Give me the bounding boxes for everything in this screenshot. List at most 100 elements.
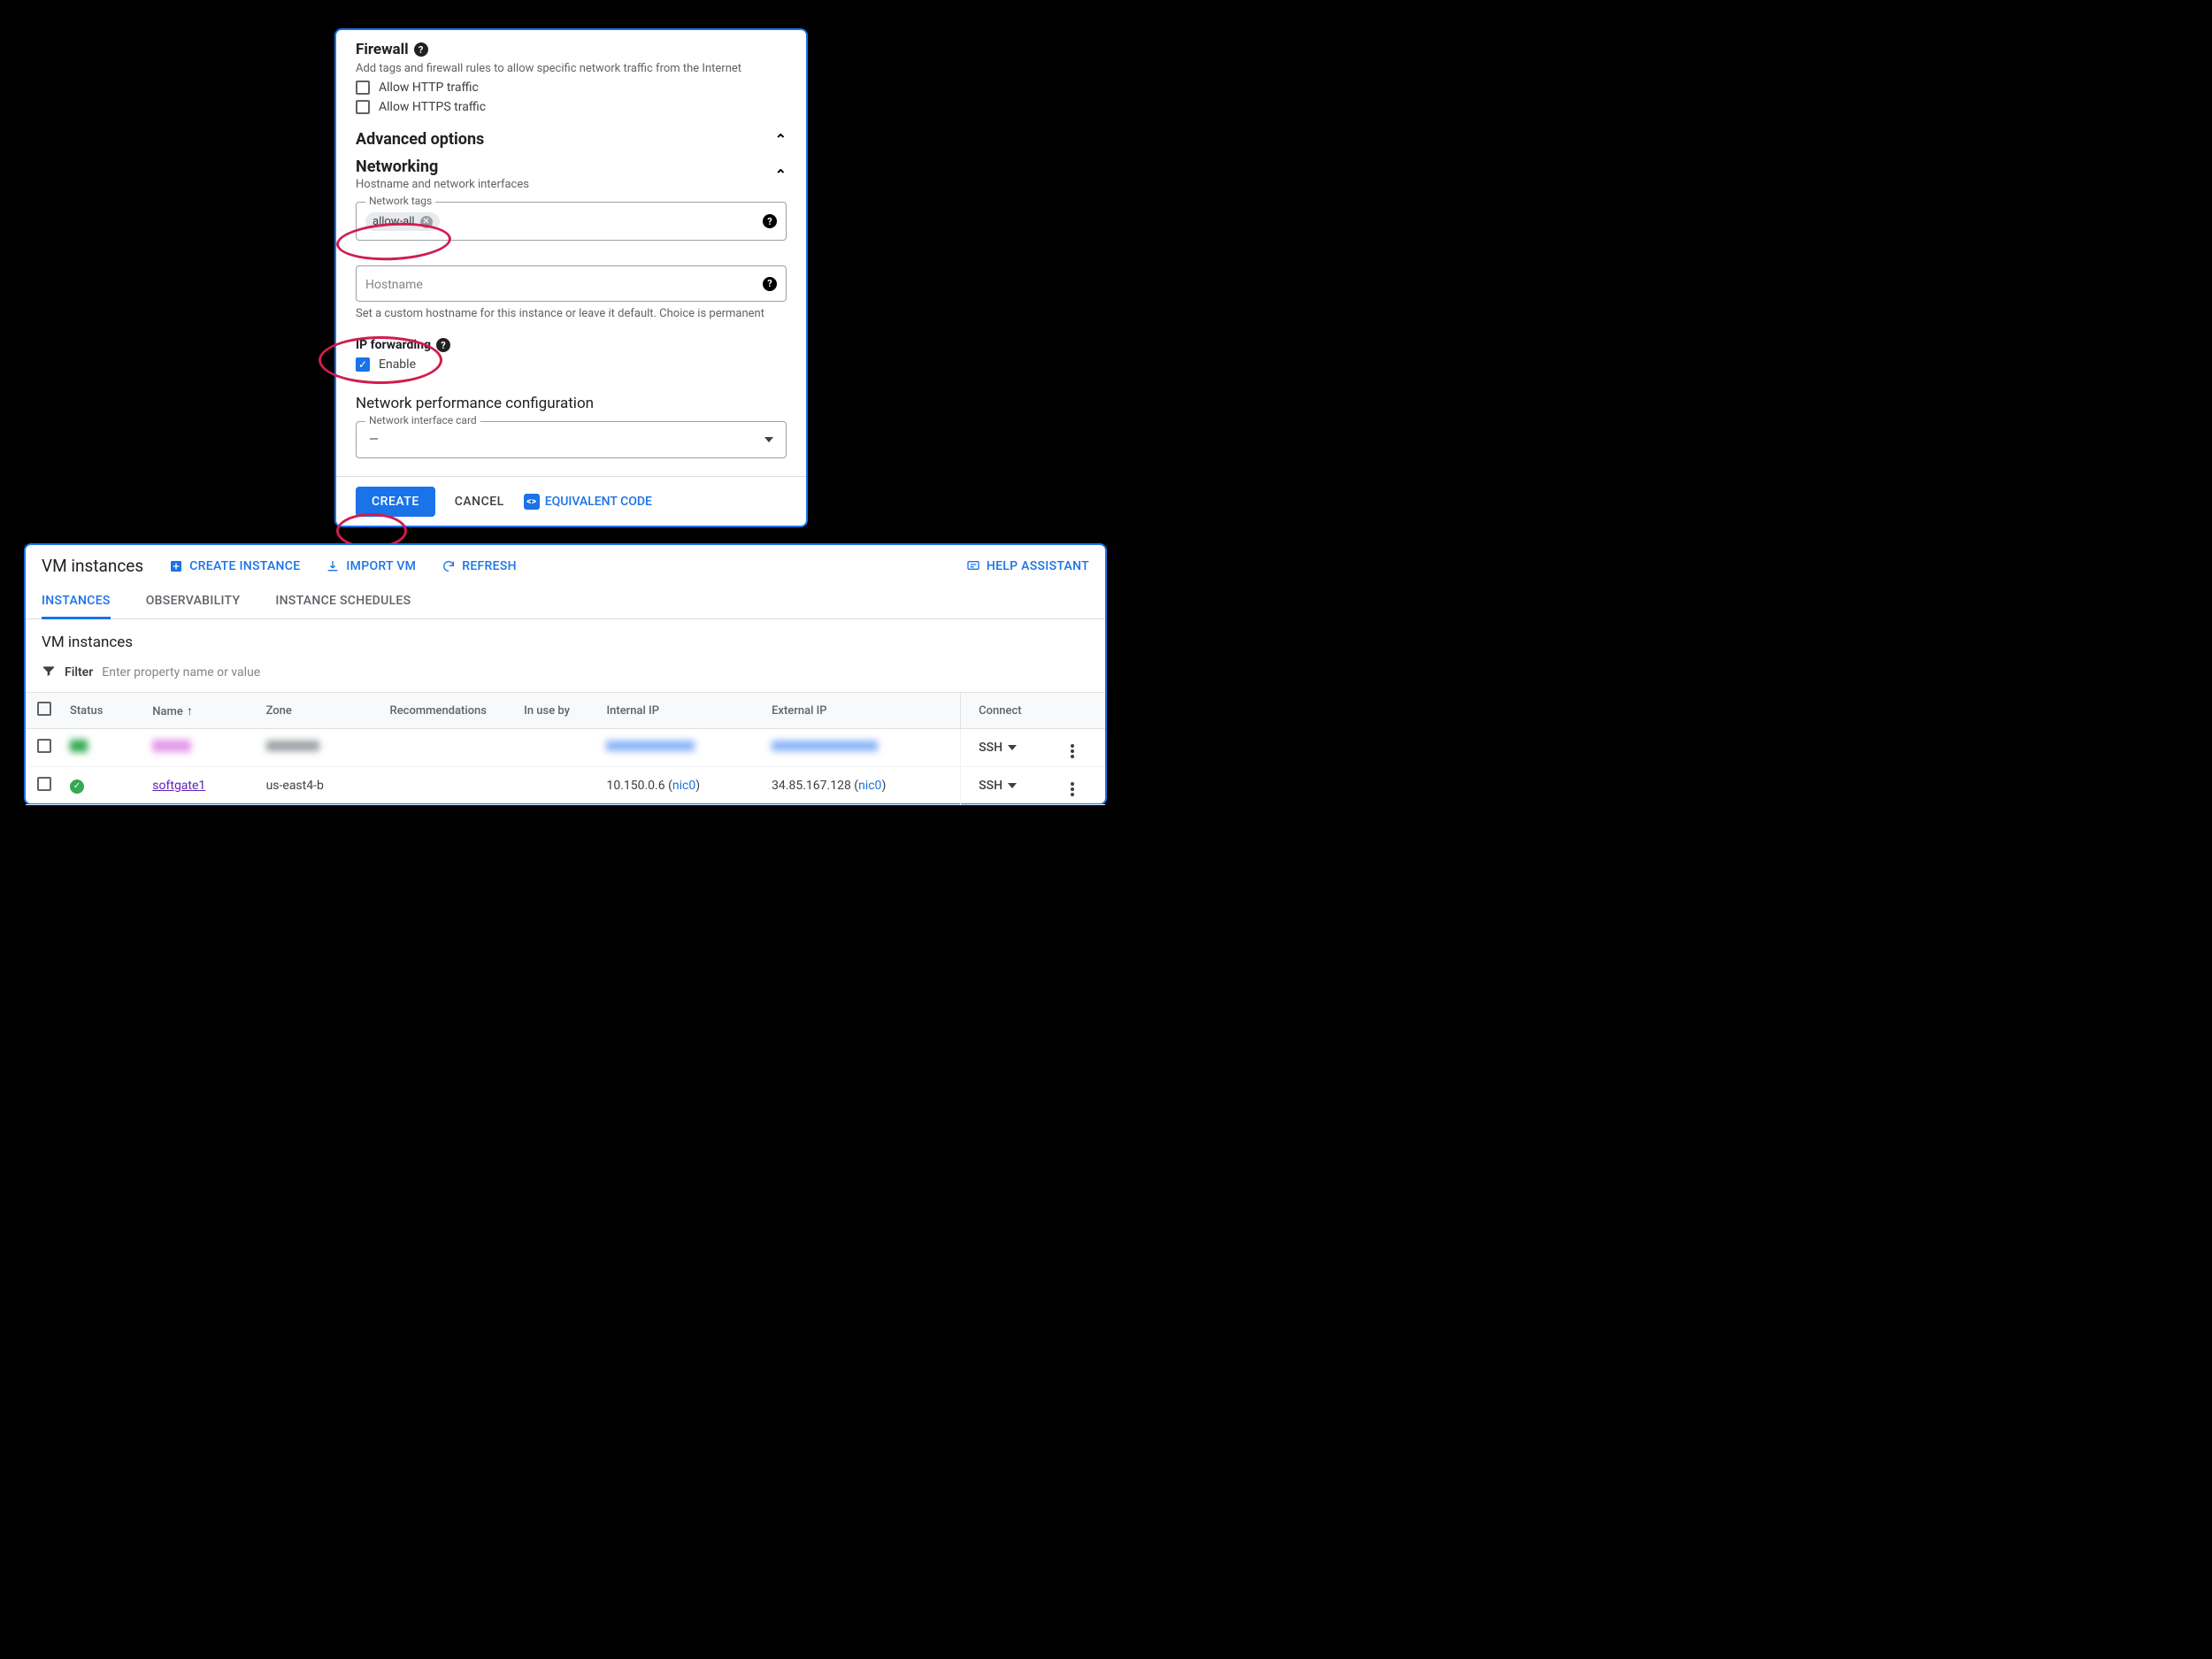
allow-http-row[interactable]: Allow HTTP traffic	[356, 81, 787, 95]
redacted	[266, 741, 319, 751]
instance-name-link[interactable]: softgate1	[152, 779, 205, 793]
redacted	[606, 741, 695, 751]
table-row: SSH	[26, 729, 1105, 767]
checkbox-checked-icon[interactable]	[356, 357, 370, 372]
vm-table: Status Name↑ Zone Recommendations In use…	[26, 692, 1105, 805]
download-icon	[325, 558, 341, 574]
code-icon: <>	[524, 494, 540, 510]
filter-icon	[42, 664, 56, 681]
row-checkbox[interactable]	[37, 739, 51, 753]
equivalent-code-label: EQUIVALENT CODE	[545, 495, 652, 509]
status-running-icon: ✓	[70, 780, 84, 794]
help-icon[interactable]: ?	[763, 277, 777, 291]
form-footer: CREATE CANCEL <> EQUIVALENT CODE	[336, 476, 806, 526]
advanced-options-accordion[interactable]: Advanced options ⌃	[356, 130, 787, 149]
firewall-title: Firewall	[356, 41, 409, 58]
ssh-button[interactable]: SSH	[979, 741, 1017, 755]
create-instance-label: CREATE INSTANCE	[189, 559, 300, 573]
networking-accordion[interactable]: Networking Hostname and network interfac…	[356, 157, 787, 191]
caret-down-icon	[764, 437, 773, 442]
more-menu-icon[interactable]	[1071, 782, 1074, 796]
enable-label: Enable	[379, 357, 416, 372]
advanced-title: Advanced options	[356, 130, 484, 149]
help-assistant-button[interactable]: HELP ASSISTANT	[965, 558, 1089, 574]
refresh-button[interactable]: REFRESH	[441, 558, 517, 574]
plus-icon	[168, 558, 184, 574]
refresh-icon	[441, 558, 457, 574]
col-connect[interactable]: Connect	[961, 693, 1064, 729]
tab-instances[interactable]: INSTANCES	[42, 585, 111, 619]
caret-down-icon	[1008, 745, 1017, 750]
external-ip-cell: 34.85.167.128 (nic0)	[764, 767, 961, 805]
ip-forwarding-title: IP forwarding	[356, 338, 431, 352]
internal-ip-cell: 10.150.0.6 (nic0)	[599, 767, 764, 805]
checkbox-icon[interactable]	[356, 100, 370, 114]
vm-instances-panel: VM instances CREATE INSTANCE IMPORT VM R…	[24, 543, 1107, 805]
col-name[interactable]: Name↑	[145, 693, 258, 729]
networking-subtitle: Hostname and network interfaces	[356, 178, 529, 191]
tab-observability[interactable]: OBSERVABILITY	[146, 585, 241, 618]
col-zone[interactable]: Zone	[259, 693, 383, 729]
firewall-subtitle: Add tags and firewall rules to allow spe…	[356, 62, 787, 75]
network-tag-chip[interactable]: allow-all ✕	[365, 212, 440, 231]
filter-label: Filter	[65, 665, 93, 680]
page-title: VM instances	[42, 556, 143, 576]
hostname-hint: Set a custom hostname for this instance …	[356, 307, 787, 320]
ip-forwarding-heading: IP forwarding ?	[356, 338, 787, 352]
networking-title: Networking	[356, 157, 529, 176]
create-button[interactable]: CREATE	[356, 487, 435, 517]
ssh-button[interactable]: SSH	[979, 779, 1017, 793]
select-all-checkbox[interactable]	[37, 702, 51, 716]
redacted	[70, 740, 88, 752]
chevron-up-icon: ⌃	[775, 131, 787, 148]
col-recommendations[interactable]: Recommendations	[383, 693, 518, 729]
table-row: ✓ softgate1 us-east4-b 10.150.0.6 (nic0)…	[26, 767, 1105, 805]
close-icon[interactable]: ✕	[420, 216, 433, 228]
create-instance-button[interactable]: CREATE INSTANCE	[168, 558, 300, 574]
equivalent-code-button[interactable]: <> EQUIVALENT CODE	[524, 494, 652, 510]
help-icon[interactable]: ?	[763, 214, 777, 228]
col-in-use-by[interactable]: In use by	[517, 693, 599, 729]
nic-legend: Network interface card	[365, 414, 480, 426]
firewall-heading: Firewall ?	[356, 41, 787, 58]
allow-https-row[interactable]: Allow HTTPS traffic	[356, 100, 787, 114]
filter-bar[interactable]: Filter Enter property name or value	[26, 658, 1105, 692]
nic-link[interactable]: nic0	[672, 779, 695, 793]
redacted	[772, 741, 878, 751]
tab-bar: INSTANCES OBSERVABILITY INSTANCE SCHEDUL…	[26, 585, 1105, 619]
ip-forwarding-enable-row[interactable]: Enable	[356, 357, 787, 372]
more-menu-icon[interactable]	[1071, 744, 1074, 758]
network-tags-field[interactable]: Network tags allow-all ✕ ?	[356, 202, 787, 241]
col-external-ip[interactable]: External IP	[764, 693, 961, 729]
network-tags-legend: Network tags	[365, 195, 435, 207]
help-icon[interactable]: ?	[414, 42, 428, 57]
chevron-up-icon: ⌃	[775, 166, 787, 183]
chat-icon	[965, 558, 981, 574]
nic-select[interactable]: Network interface card —	[356, 421, 787, 458]
zone-cell: us-east4-b	[259, 767, 383, 805]
chip-label: allow-all	[373, 215, 415, 228]
checkbox-icon[interactable]	[356, 81, 370, 95]
help-icon[interactable]: ?	[436, 338, 450, 352]
import-vm-button[interactable]: IMPORT VM	[325, 558, 416, 574]
nic-link[interactable]: nic0	[858, 779, 881, 793]
import-vm-label: IMPORT VM	[346, 559, 416, 573]
hostname-placeholder: Hostname	[365, 278, 423, 292]
section-subtitle: VM instances	[26, 619, 1105, 658]
network-perf-heading: Network performance configuration	[356, 395, 787, 412]
refresh-label: REFRESH	[462, 559, 517, 573]
col-status[interactable]: Status	[63, 693, 145, 729]
sort-asc-icon: ↑	[187, 704, 193, 718]
caret-down-icon	[1008, 783, 1017, 788]
panel-header: VM instances CREATE INSTANCE IMPORT VM R…	[26, 545, 1105, 585]
hostname-field[interactable]: Hostname ?	[356, 265, 787, 302]
row-checkbox[interactable]	[37, 777, 51, 791]
cancel-button[interactable]: CANCEL	[455, 495, 504, 509]
col-internal-ip[interactable]: Internal IP	[599, 693, 764, 729]
allow-https-label: Allow HTTPS traffic	[379, 100, 486, 114]
filter-placeholder: Enter property name or value	[102, 665, 260, 680]
redacted	[152, 740, 191, 752]
create-instance-panel: Firewall ? Add tags and firewall rules t…	[334, 28, 808, 527]
help-assistant-label: HELP ASSISTANT	[987, 559, 1089, 573]
tab-instance-schedules[interactable]: INSTANCE SCHEDULES	[275, 585, 411, 618]
